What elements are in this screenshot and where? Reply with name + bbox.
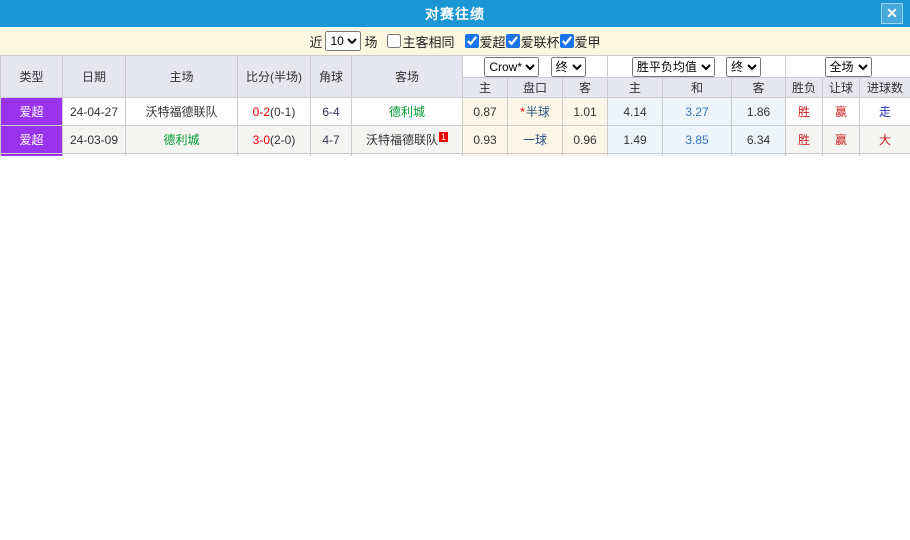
corners-cell: 6-4 — [310, 97, 352, 126]
ah-home-odds: 0.93 — [462, 125, 508, 154]
result-wdl: 胜 — [785, 125, 824, 154]
table-row: 爱超 24-03-09 德利城 3-0(2-0) 4-7 沃特福德联队 1 0.9… — [0, 125, 910, 154]
league-badge: 爱超 — [0, 97, 63, 126]
score-cell — [237, 153, 311, 156]
table-row: 爱超 24-04-27 沃特福德联队 0-2(0-1) 6-4 德利城 0.87… — [0, 97, 910, 126]
eu-draw-odds: 3.27 — [662, 97, 732, 126]
col-header-ah-away: 客 — [562, 77, 608, 98]
away-team: 德利城 — [351, 97, 463, 126]
col-header-date: 日期 — [62, 55, 126, 98]
match-date: 24-04-27 — [62, 97, 126, 126]
eu-metric-select[interactable]: 胜平负均值 — [631, 56, 715, 77]
ah-line — [507, 153, 563, 156]
col-header-home: 主场 — [125, 55, 238, 98]
home-team: 德利城 — [125, 125, 238, 154]
ah-away-odds: 0.96 — [562, 125, 608, 154]
result-goals: 走 — [859, 97, 910, 126]
eu-away-odds — [730, 153, 787, 156]
match-date: 24-03-09 — [62, 125, 126, 154]
home-team: 沃特福德联队 — [125, 97, 238, 126]
away-team: 沃特福德联队 1 — [351, 125, 463, 154]
col-header-handicap: 让球 — [822, 77, 861, 98]
score-cell: 3-0(2-0) — [237, 125, 311, 154]
ah-away-odds: 1.01 — [562, 97, 608, 126]
eu-home-odds — [607, 153, 663, 156]
corners-cell — [310, 153, 352, 156]
col-header-corners: 角球 — [310, 55, 352, 98]
match-date — [62, 153, 126, 156]
result-wdl: 胜 — [785, 97, 824, 126]
col-header-wdl: 胜负 — [785, 77, 824, 98]
col-header-ah-home: 主 — [462, 77, 508, 98]
league-premier-checkbox[interactable] — [464, 34, 479, 48]
league-filter-div1[interactable]: 爱甲 — [559, 32, 601, 51]
score-cell: 0-2(0-1) — [237, 97, 311, 126]
league-premier-label: 爱超 — [479, 34, 506, 50]
filter-bar: 近 10 场 主客相同 爱超 爱联杯 爱甲 — [0, 27, 910, 55]
corners-cell: 4-7 — [310, 125, 352, 154]
bookmaker-select[interactable]: Crow* — [484, 56, 540, 77]
rank-badge: 1 — [439, 132, 449, 142]
result-handicap — [822, 153, 861, 156]
league-div1-label: 爱甲 — [574, 34, 601, 50]
asian-handicap-dropdown-cell: Crow* 终 — [462, 55, 608, 78]
eu-draw-odds: 3.85 — [662, 125, 732, 154]
col-header-goals: 进球数 — [859, 77, 910, 98]
matches-label: 场 — [364, 34, 378, 50]
same-venue-label: 主客相同 — [402, 34, 455, 50]
ah-home-odds: 0.87 — [462, 97, 508, 126]
col-header-ah-line: 盘口 — [507, 77, 563, 98]
scope-select[interactable]: 全场 — [824, 56, 872, 77]
league-cup-checkbox[interactable] — [505, 34, 520, 48]
eu-draw-odds — [662, 153, 732, 156]
scope-dropdown-cell: 全场 — [785, 55, 910, 78]
eu-home-odds: 4.14 — [607, 97, 663, 126]
ah-final-select[interactable]: 终 — [550, 56, 586, 77]
result-handicap: 赢 — [822, 97, 861, 126]
eu-final-select[interactable]: 终 — [726, 56, 762, 77]
league-div1-checkbox[interactable] — [559, 34, 574, 48]
same-venue-option[interactable]: 主客相同 — [387, 32, 455, 51]
col-header-eu-draw: 和 — [662, 77, 732, 98]
dialog-titlebar: 对赛往绩 ✕ — [0, 0, 910, 27]
table-row-partial — [0, 153, 910, 156]
eu-away-odds: 6.34 — [730, 125, 787, 154]
recent-label: 近 — [309, 34, 323, 50]
league-cup-label: 爱联杯 — [520, 34, 560, 50]
away-team — [351, 153, 463, 156]
h2h-table-wrap: 类型 日期 主场 比分(半场) 角球 客场 Crow* 终 胜平负均值 终 全场… — [0, 55, 910, 156]
eu-away-odds: 1.86 — [730, 97, 787, 126]
col-header-eu-away: 客 — [730, 77, 787, 98]
col-header-type: 类型 — [0, 55, 63, 98]
close-icon[interactable]: ✕ — [881, 3, 903, 24]
european-odds-dropdown-cell: 胜平负均值 终 — [606, 55, 787, 78]
league-filter-cup[interactable]: 爱联杯 — [505, 32, 560, 51]
league-badge — [0, 153, 63, 156]
ah-line: 一球 — [507, 125, 563, 154]
result-handicap: 赢 — [822, 125, 861, 154]
home-team — [125, 153, 238, 156]
result-goals — [859, 153, 910, 156]
result-goals: 大 — [859, 125, 910, 154]
ah-home-odds — [462, 153, 508, 156]
col-header-away: 客场 — [351, 55, 463, 98]
eu-home-odds: 1.49 — [607, 125, 663, 154]
league-badge: 爱超 — [0, 125, 63, 154]
same-venue-checkbox[interactable] — [387, 34, 402, 48]
h2h-table: 类型 日期 主场 比分(半场) 角球 客场 Crow* 终 胜平负均值 终 全场… — [0, 55, 910, 156]
ah-away-odds — [562, 153, 608, 156]
ah-line: *半球 — [507, 97, 563, 126]
h2h-popup: 对赛往绩 ✕ 近 10 场 主客相同 爱超 爱联杯 爱甲 类型 日期 主场 比分… — [0, 0, 910, 540]
recent-count-select[interactable]: 10 — [325, 31, 362, 51]
league-filter-premier[interactable]: 爱超 — [464, 32, 506, 51]
result-wdl — [785, 153, 824, 156]
col-header-score: 比分(半场) — [237, 55, 311, 98]
col-header-eu-home: 主 — [607, 77, 663, 98]
dialog-title: 对赛往绩 — [425, 5, 485, 22]
